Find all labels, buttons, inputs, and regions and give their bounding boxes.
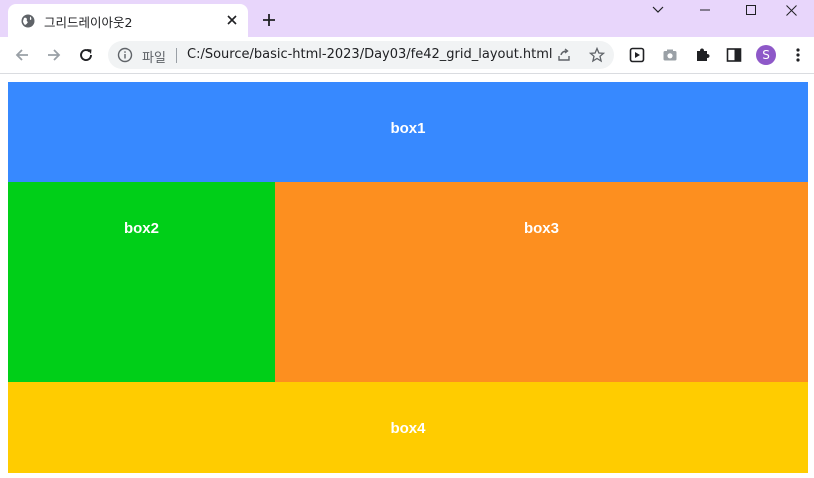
tab-strip: 그리드레이아웃2 bbox=[0, 0, 814, 37]
browser-toolbar: 파일 C:/Source/basic-html-2023/Day03/fe42_… bbox=[0, 37, 814, 74]
address-bar[interactable]: 파일 C:/Source/basic-html-2023/Day03/fe42_… bbox=[108, 41, 614, 69]
address-scheme-label: 파일 bbox=[142, 51, 166, 66]
box2-label: box2 bbox=[123, 220, 159, 237]
box4: box4 bbox=[8, 382, 808, 473]
tab-search-chevron-icon[interactable] bbox=[635, 0, 681, 20]
box3-label: box3 bbox=[523, 220, 559, 237]
box3: box3 bbox=[275, 182, 808, 382]
share-icon[interactable] bbox=[555, 46, 573, 64]
media-icon[interactable] bbox=[627, 45, 647, 65]
profile-avatar[interactable]: S bbox=[756, 45, 776, 65]
plus-icon[interactable] bbox=[258, 9, 280, 31]
box1-label: box1 bbox=[390, 120, 426, 137]
grid-container: box1 box2 box3 box4 bbox=[8, 82, 808, 473]
more-menu-icon[interactable] bbox=[788, 45, 808, 65]
camera-icon[interactable] bbox=[660, 45, 680, 65]
extensions-puzzle-icon[interactable] bbox=[692, 45, 712, 65]
minimize-icon[interactable] bbox=[682, 0, 728, 20]
address-url[interactable]: C:/Source/basic-html-2023/Day03/fe42_gri… bbox=[187, 47, 553, 62]
forward-arrow-icon[interactable] bbox=[40, 41, 68, 69]
globe-icon bbox=[21, 13, 35, 28]
box4-label: box4 bbox=[390, 420, 426, 437]
side-panel-icon[interactable] bbox=[724, 45, 744, 65]
close-icon[interactable] bbox=[222, 10, 242, 30]
tab-title: 그리드레이아웃2 bbox=[44, 15, 133, 30]
window-close-icon[interactable] bbox=[768, 0, 814, 20]
back-arrow-icon[interactable] bbox=[8, 41, 36, 69]
browser-tab[interactable]: 그리드레이아웃2 bbox=[8, 4, 248, 37]
box2: box2 bbox=[8, 182, 275, 382]
address-separator bbox=[176, 48, 177, 63]
box1: box1 bbox=[8, 82, 808, 182]
info-icon[interactable] bbox=[117, 47, 133, 63]
star-icon[interactable] bbox=[588, 46, 606, 64]
reload-icon[interactable] bbox=[72, 41, 100, 69]
